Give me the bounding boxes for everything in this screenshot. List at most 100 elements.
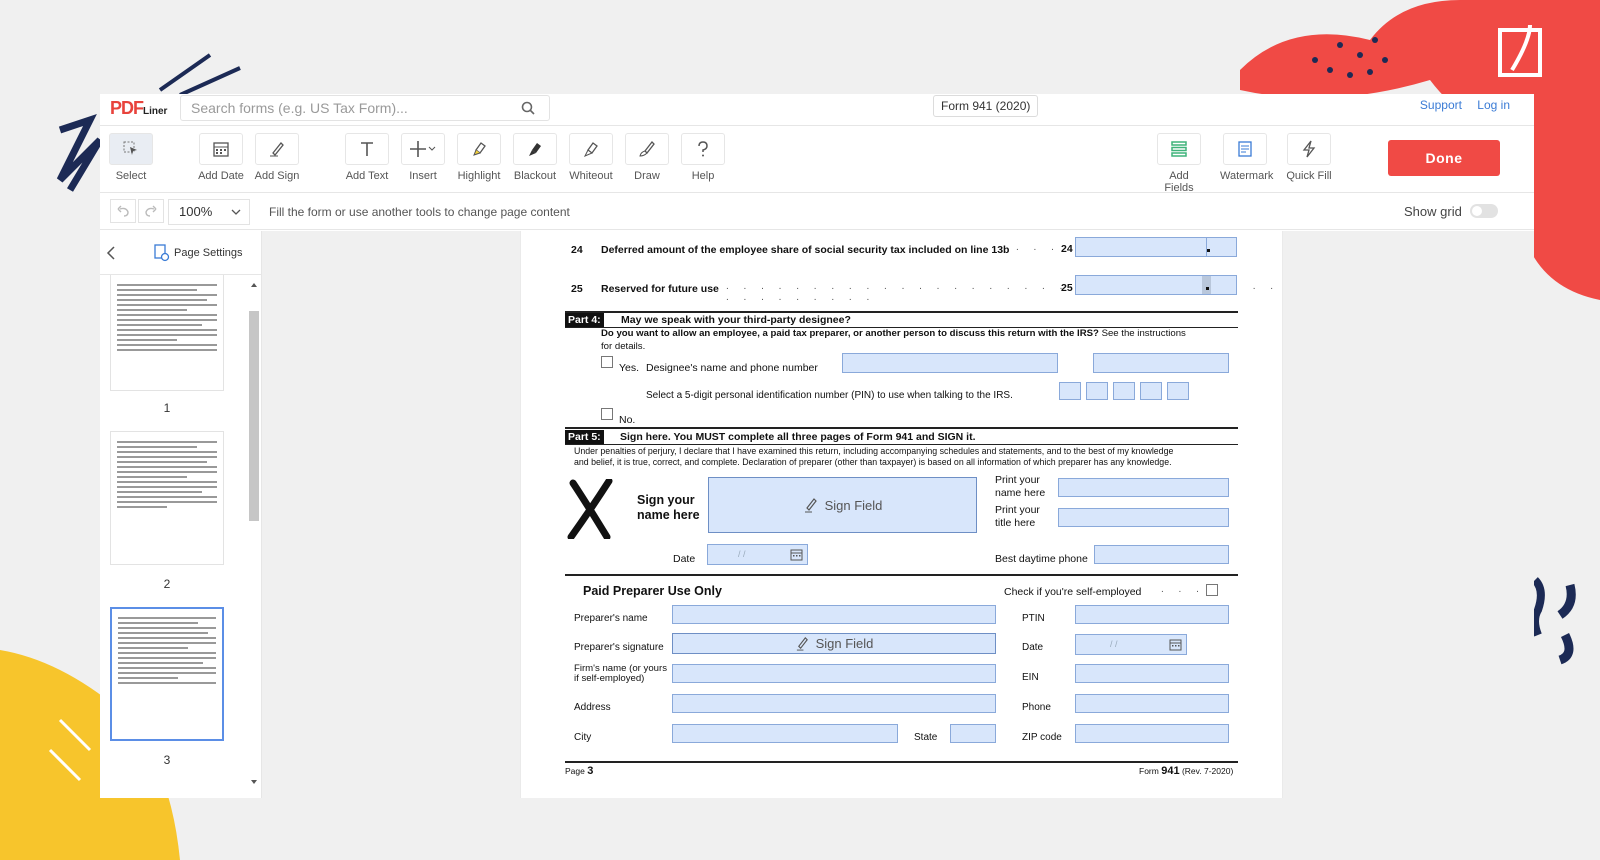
page-thumbnail-1[interactable]: [110, 275, 224, 391]
preparer-signature-field[interactable]: Sign Field: [672, 633, 996, 654]
state-input[interactable]: [950, 724, 996, 743]
no-checkbox[interactable]: [601, 408, 613, 420]
calendar-icon[interactable]: [1169, 638, 1182, 651]
designee-phone-input[interactable]: [1093, 353, 1229, 373]
collapse-sidebar-icon[interactable]: [106, 246, 116, 260]
part-5-subrule: [565, 444, 1238, 445]
add-text-tool[interactable]: Add Text: [342, 133, 392, 182]
part-5-title: Sign here. You MUST complete all three p…: [620, 431, 976, 443]
zip-input[interactable]: [1075, 724, 1229, 743]
designee-name-input[interactable]: [842, 353, 1058, 373]
add-fields-tool[interactable]: Add Fields: [1154, 133, 1204, 194]
watermark-tool[interactable]: Watermark: [1220, 133, 1273, 182]
calendar-icon: [213, 142, 229, 157]
form-title-badge: Form 941 (2020): [933, 95, 1039, 117]
name-here-label: name here: [637, 508, 700, 522]
ptin-input[interactable]: [1075, 605, 1229, 624]
scroll-up-icon[interactable]: [249, 281, 259, 289]
print-name-input[interactable]: [1058, 478, 1229, 497]
scroll-down-icon[interactable]: [249, 778, 259, 786]
signature-field[interactable]: Sign Field: [708, 477, 977, 533]
form-page: 24 Deferred amount of the employee share…: [520, 231, 1283, 798]
cursor-icon: [123, 141, 137, 155]
page-settings-icon: [154, 244, 170, 262]
search-box: [180, 95, 550, 121]
pin-digit-5[interactable]: [1167, 382, 1189, 400]
phone-label: Phone: [1022, 702, 1051, 713]
part-4-question-line2: for details.: [601, 341, 646, 352]
preparer-name-input[interactable]: [672, 605, 996, 624]
yes-label: Yes.: [619, 362, 640, 374]
ein-label: EIN: [1022, 672, 1039, 683]
search-input[interactable]: [181, 96, 501, 120]
no-label: No.: [619, 414, 636, 426]
ein-input[interactable]: [1075, 664, 1229, 683]
undo-button[interactable]: [110, 199, 136, 223]
part-5-rule: [565, 427, 1238, 429]
add-sign-tool[interactable]: Add Sign: [252, 133, 302, 182]
ptin-label: PTIN: [1022, 613, 1045, 624]
line-25-number: 25: [571, 283, 583, 295]
sign-date-input[interactable]: / /: [707, 544, 808, 565]
top-links: Support Log in: [1408, 98, 1510, 112]
draw-tool[interactable]: Draw: [622, 133, 672, 182]
self-employed-checkbox[interactable]: [1206, 584, 1218, 596]
sidebar-scrollbar[interactable]: [248, 281, 259, 786]
pin-digit-2[interactable]: [1086, 382, 1108, 400]
part-4-label: Part 4:: [565, 313, 604, 327]
pin-digit-1[interactable]: [1059, 382, 1081, 400]
perjury-line-1: Under penalties of perjury, I declare th…: [574, 446, 1174, 456]
firm-name-input[interactable]: [672, 664, 996, 683]
paid-preparer-title: Paid Preparer Use Only: [583, 584, 722, 598]
page-thumbnail-3[interactable]: [110, 607, 224, 741]
highlighter-icon: [473, 142, 486, 156]
part-5-label: Part 5:: [565, 430, 604, 444]
page-settings-button[interactable]: Page Settings: [154, 244, 243, 262]
self-employed-label: Check if you're self-employed: [1004, 586, 1142, 598]
show-grid-toggle[interactable]: [1470, 204, 1498, 218]
page-number-2: 2: [163, 577, 171, 591]
page-thumbnail-2[interactable]: [110, 431, 224, 565]
line-25-input[interactable]: [1075, 275, 1237, 295]
calendar-icon[interactable]: [790, 548, 803, 561]
add-date-tool[interactable]: Add Date: [196, 133, 246, 182]
highlight-tool[interactable]: Highlight: [454, 133, 504, 182]
best-phone-input[interactable]: [1094, 545, 1229, 564]
perjury-line-2: and belief, it is true, correct, and com…: [574, 457, 1172, 467]
yes-checkbox[interactable]: [601, 356, 613, 368]
decoration-right: [1531, 577, 1576, 665]
zoom-select[interactable]: 100%: [168, 199, 250, 225]
fields-icon: [1171, 141, 1187, 157]
phone-input[interactable]: [1075, 694, 1229, 713]
print-name-label-2: name here: [995, 487, 1046, 499]
lightning-icon: [1302, 140, 1316, 158]
preparer-date-input[interactable]: / /: [1075, 634, 1187, 655]
select-tool[interactable]: Select: [106, 133, 156, 182]
insert-tool[interactable]: Insert: [398, 133, 448, 182]
login-link[interactable]: Log in: [1477, 98, 1510, 112]
quick-fill-tool[interactable]: Quick Fill: [1284, 133, 1334, 182]
page-sidebar: Page Settings 1 2 3: [100, 231, 262, 798]
done-button[interactable]: Done: [1388, 140, 1500, 176]
page-footer-right: Form 941 (Rev. 7-2020): [1139, 765, 1234, 777]
blackout-tool[interactable]: Blackout: [510, 133, 560, 182]
watermark-icon: [1238, 141, 1252, 157]
pin-digit-4[interactable]: [1140, 382, 1162, 400]
line-24-input[interactable]: [1075, 237, 1237, 257]
pin-label: Select a 5-digit personal identification…: [646, 390, 1013, 401]
help-tool[interactable]: Help: [678, 133, 728, 182]
print-title-input[interactable]: [1058, 508, 1229, 527]
pdfliner-logo[interactable]: PDFLiner: [110, 98, 167, 119]
dot-leader: . . .: [1016, 242, 1060, 253]
footer-rule: [565, 761, 1238, 763]
city-input[interactable]: [672, 724, 898, 743]
undo-icon: [117, 205, 129, 217]
editor-app: PDFLiner Form 941 (2020) Support Log in …: [100, 94, 1534, 798]
redo-button[interactable]: [138, 199, 164, 223]
address-input[interactable]: [672, 694, 996, 713]
whiteout-tool[interactable]: Whiteout: [566, 133, 616, 182]
search-icon[interactable]: [521, 101, 535, 115]
support-link[interactable]: Support: [1420, 98, 1462, 112]
pin-digit-3[interactable]: [1113, 382, 1135, 400]
sidebar-scroll-thumb[interactable]: [249, 311, 259, 521]
